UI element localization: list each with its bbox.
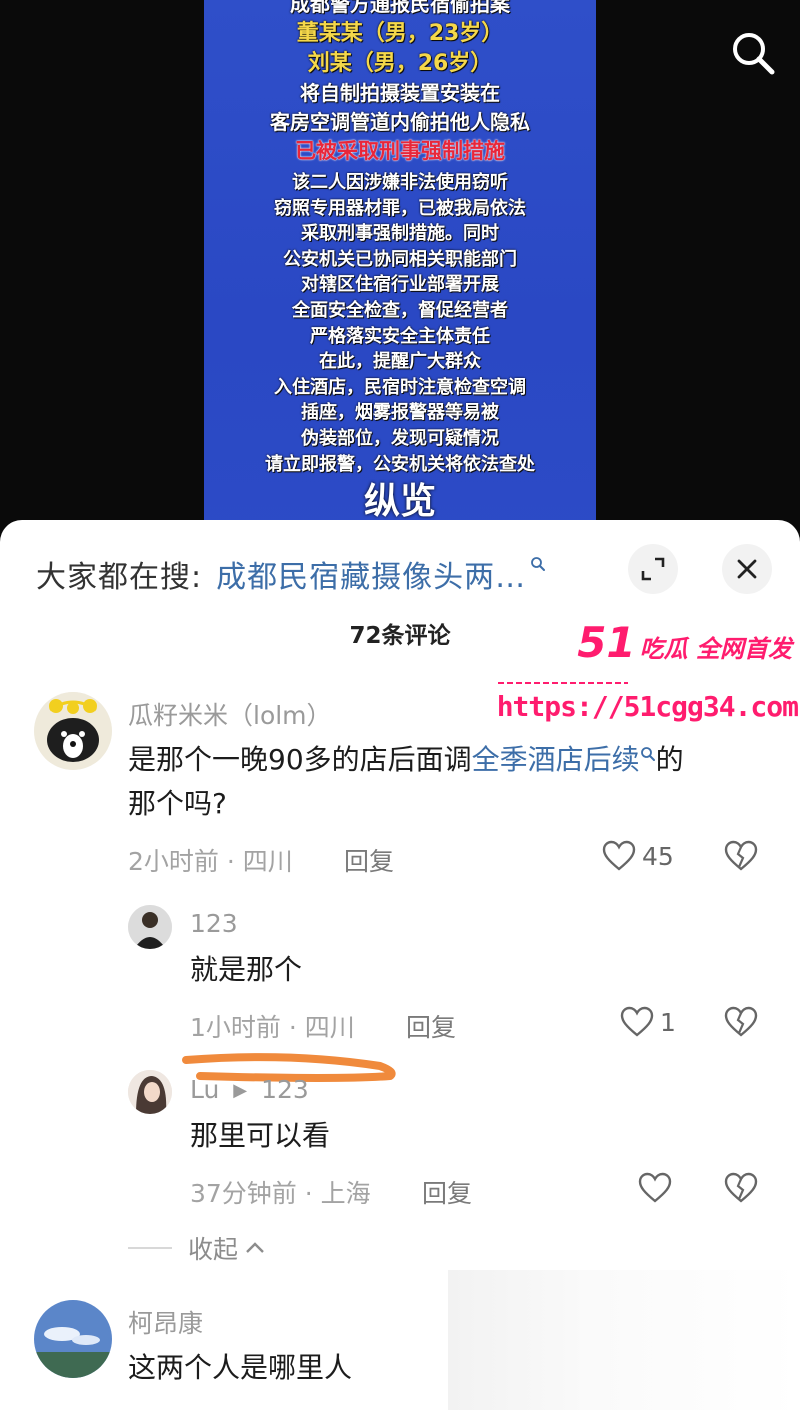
search-suggestion-prefix: 大家都在搜: bbox=[36, 560, 203, 595]
poster-line: 采取刑事强制措施。同时 bbox=[301, 223, 499, 245]
comment-sheet: 大家都在搜: 成都民宿藏摄像头两… 72条评论 51 吃瓜 全网首发 https:… bbox=[0, 520, 800, 1410]
avatar[interactable] bbox=[34, 1300, 112, 1378]
blurred-region bbox=[448, 1270, 800, 1410]
poster-line: 在此，提醒广大群众 bbox=[319, 351, 481, 373]
comment-time-location: 37分钟前 · 上海 bbox=[190, 1179, 371, 1208]
search-suggestion-term[interactable]: 成都民宿藏摄像头两… bbox=[216, 552, 526, 596]
close-icon bbox=[737, 559, 757, 579]
watermark-url: https://51cgg34.com bbox=[496, 690, 799, 723]
poster-headline: 成都警方通报民宿偷拍案 董某某（男，23岁） 刘某（男，26岁） 将自制拍摄装置… bbox=[204, 0, 596, 166]
broken-heart-icon bbox=[724, 840, 758, 871]
comment-text-part: 的 bbox=[655, 743, 684, 776]
comment-search-link[interactable]: 全季酒店后续 bbox=[472, 743, 640, 776]
reply-to-name[interactable]: 123 bbox=[261, 1075, 309, 1104]
reply-button[interactable]: 回复 bbox=[344, 842, 394, 878]
comment-time-location: 1小时前 · 四川 bbox=[190, 1013, 355, 1042]
like-count: 45 bbox=[642, 841, 674, 871]
like-button[interactable] bbox=[638, 1172, 672, 1204]
poster-line: 公安机关已协同相关职能部门 bbox=[283, 248, 517, 270]
video-frame-poster: 成都警方通报民宿偷拍案 董某某（男，23岁） 刘某（男，26岁） 将自制拍摄装置… bbox=[204, 0, 596, 540]
like-button[interactable]: 45 bbox=[602, 840, 674, 872]
poster-line: 已被采取刑事强制措施 bbox=[295, 139, 505, 163]
avatar[interactable] bbox=[128, 905, 172, 949]
reply-button[interactable]: 回复 bbox=[422, 1174, 472, 1210]
search-suggestion[interactable]: 大家都在搜: 成都民宿藏摄像头两… bbox=[36, 552, 546, 596]
poster-line: 董某某（男，23岁） bbox=[296, 21, 504, 46]
poster-line: 严格落实安全主体责任 bbox=[310, 325, 490, 347]
like-count: 1 bbox=[660, 1007, 676, 1037]
divider bbox=[128, 1247, 172, 1249]
watermark-brand: 51 吃瓜 全网首发 bbox=[577, 618, 792, 667]
heart-icon bbox=[638, 1172, 672, 1203]
broken-heart-icon bbox=[724, 1006, 758, 1037]
poster-line: 窃照专用器材罪，已被我局依法 bbox=[274, 197, 526, 219]
collapse-replies-button[interactable]: 收起 bbox=[128, 1230, 266, 1266]
dislike-button[interactable] bbox=[724, 840, 758, 876]
heart-icon bbox=[602, 840, 636, 871]
reply-button[interactable]: 回复 bbox=[406, 1008, 456, 1044]
poster-body: 该二人因涉嫌非法使用窃听 窃照专用器材罪，已被我局依法 采取刑事强制措施。同时 … bbox=[204, 170, 596, 477]
reply-arrow-icon: ▶ bbox=[233, 1080, 248, 1101]
dog-avatar-icon bbox=[34, 692, 112, 770]
heart-icon bbox=[620, 1006, 654, 1037]
poster-line: 全面安全检查，督促经营者 bbox=[292, 299, 508, 321]
comment-time-location: 2小时前 · 四川 bbox=[128, 847, 293, 876]
comment-author[interactable]: 柯昂康 bbox=[128, 1304, 203, 1340]
poster-logo: 纵览 bbox=[363, 480, 436, 522]
comment-text: 那里可以看 bbox=[190, 1119, 331, 1152]
person-avatar-icon bbox=[128, 905, 172, 949]
landscape-avatar-icon bbox=[34, 1300, 112, 1378]
comment-author-name[interactable]: Lu bbox=[190, 1075, 219, 1104]
poster-line: 插座，烟雾报警器等易被 bbox=[301, 402, 499, 424]
poster-line: 入住酒店，民宿时注意检查空调 bbox=[274, 376, 526, 398]
watermark-tagline: 吃瓜 全网首发 bbox=[639, 635, 792, 663]
watermark-stripes bbox=[498, 682, 628, 684]
comment-text-part: 那个吗? bbox=[128, 787, 227, 820]
video-player[interactable]: 成都警方通报民宿偷拍案 董某某（男，23岁） 刘某（男，26岁） 将自制拍摄装置… bbox=[0, 0, 800, 540]
search-icon[interactable] bbox=[728, 28, 778, 78]
like-button[interactable]: 1 bbox=[620, 1006, 676, 1038]
poster-line: 将自制拍摄装置安装在 bbox=[300, 81, 500, 105]
poster-line: 对辖区住宿行业部署开展 bbox=[301, 274, 499, 296]
comment-author: Lu ▶ 123 bbox=[190, 1075, 309, 1104]
poster-line: 该二人因涉嫌非法使用窃听 bbox=[292, 172, 508, 193]
poster-line: 成都警方通报民宿偷拍案 bbox=[290, 0, 510, 16]
comment-text: 就是那个 bbox=[190, 953, 303, 986]
dislike-button[interactable] bbox=[724, 1172, 758, 1208]
broken-heart-icon bbox=[724, 1172, 758, 1203]
comment-author[interactable]: 瓜籽米米（lolm） bbox=[128, 696, 332, 732]
search-small-icon bbox=[530, 556, 546, 576]
chevron-up-icon bbox=[246, 1242, 264, 1253]
comment-text: 是那个一晚90多的店后面调全季酒店后续的 那个吗? bbox=[128, 738, 768, 826]
comment-text-part: 是那个一晚90多的店后面调 bbox=[128, 743, 472, 776]
expand-button[interactable] bbox=[628, 544, 678, 594]
close-button[interactable] bbox=[722, 544, 772, 594]
avatar[interactable] bbox=[34, 692, 112, 770]
avatar[interactable] bbox=[128, 1070, 172, 1114]
dislike-button[interactable] bbox=[724, 1006, 758, 1042]
watermark: 51 吃瓜 全网首发 https://51cgg34.com bbox=[496, 618, 800, 738]
search-small-icon bbox=[640, 747, 655, 761]
collapse-label: 收起 bbox=[188, 1235, 239, 1264]
expand-icon bbox=[641, 557, 665, 581]
person-avatar-icon bbox=[128, 1070, 172, 1114]
comment-text: 这两个人是哪里人 bbox=[128, 1351, 353, 1384]
poster-line: 刘某（男，26岁） bbox=[307, 51, 493, 76]
poster-line: 客房空调管道内偷拍他人隐私 bbox=[270, 110, 530, 134]
comment-author[interactable]: 123 bbox=[190, 909, 238, 938]
poster-line: 伪装部位，发现可疑情况 bbox=[301, 427, 499, 449]
watermark-brand-number: 51 bbox=[577, 618, 636, 667]
